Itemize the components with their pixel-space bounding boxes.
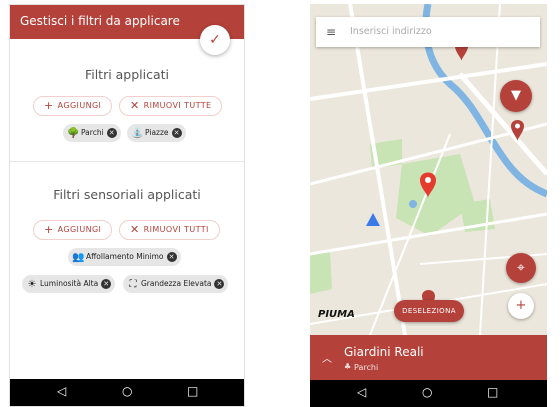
remove-all-filters-button[interactable]: ✕ RIMUOVI TUTTE xyxy=(119,96,223,116)
home-icon[interactable]: ○ xyxy=(122,384,132,398)
home-icon[interactable]: ○ xyxy=(422,385,432,399)
back-icon[interactable]: ◁ xyxy=(57,384,66,398)
page-title: Gestisci i filtri da applicare xyxy=(20,14,180,28)
place-name: Giardini Reali xyxy=(344,345,424,359)
map-screen: ≡ Inserisci indirizzo ▼ ⌖ + DESELEZIONA … xyxy=(310,4,547,407)
filter-chip-piazze[interactable]: ⛲ Piazze ✕ xyxy=(127,124,186,142)
tree-icon: 🌳 xyxy=(67,128,80,139)
people-icon: 👥 xyxy=(72,252,85,263)
recents-icon[interactable]: □ xyxy=(487,385,498,399)
address-search-bar[interactable]: ≡ Inserisci indirizzo xyxy=(316,17,540,47)
remove-chip-icon[interactable]: ✕ xyxy=(214,279,225,289)
crosshair-icon: ⌖ xyxy=(517,260,525,276)
app-logo: PIUMA xyxy=(318,309,355,320)
tree-icon: ♣ xyxy=(344,362,352,371)
filter-chip-luminosita[interactable]: ☀ Luminosità Alta ✕ xyxy=(22,275,116,293)
filter-chip-grandezza[interactable]: ⛶ Grandezza Elevata ✕ xyxy=(123,275,229,293)
add-filter-button[interactable]: + AGGIUNGI xyxy=(33,96,113,116)
system-nav-bar: ◁ ○ □ xyxy=(10,379,244,406)
system-nav-bar: ◁ ○ □ xyxy=(310,380,547,407)
map-canvas xyxy=(310,4,547,335)
applied-filters-title: Filtri applicati xyxy=(84,67,170,82)
remove-chip-icon[interactable]: ✕ xyxy=(166,252,177,262)
check-icon: ✓ xyxy=(209,32,221,48)
zoom-in-button[interactable]: + xyxy=(508,293,534,319)
menu-icon[interactable]: ≡ xyxy=(326,17,336,47)
deselect-button[interactable]: DESELEZIONA xyxy=(394,300,464,322)
search-input[interactable]: Inserisci indirizzo xyxy=(350,26,432,37)
remove-chip-icon[interactable]: ✕ xyxy=(101,279,112,289)
close-icon: ✕ xyxy=(130,223,140,236)
remove-chip-icon[interactable]: ✕ xyxy=(171,128,182,138)
plus-icon: + xyxy=(515,298,527,313)
remove-chip-icon[interactable]: ✕ xyxy=(106,128,117,138)
plus-icon: + xyxy=(44,99,54,112)
plaza-icon: ⛲ xyxy=(131,128,144,139)
place-category: Parchi xyxy=(354,363,379,372)
plus-icon: + xyxy=(44,223,54,236)
locate-button[interactable]: ⌖ xyxy=(506,253,536,283)
confirm-button[interactable]: ✓ xyxy=(200,25,230,55)
filter-chip-affollamento[interactable]: 👥 Affollamento Minimo ✕ xyxy=(68,248,181,266)
filters-screen: Gestisci i filtri da applicare ✓ Filtri … xyxy=(9,4,245,407)
brightness-icon: ☀ xyxy=(27,279,37,290)
add-sensorial-filter-button[interactable]: + AGGIUNGI xyxy=(33,220,113,240)
remove-all-sensorial-button[interactable]: ✕ RIMUOVI TUTTI xyxy=(119,220,220,240)
map-view[interactable]: ≡ Inserisci indirizzo ▼ ⌖ + DESELEZIONA … xyxy=(310,4,547,335)
filter-chip-parchi[interactable]: 🌳 Parchi ✕ xyxy=(63,124,121,142)
back-icon[interactable]: ◁ xyxy=(357,385,366,399)
size-icon: ⛶ xyxy=(129,279,137,290)
chevron-up-icon[interactable]: ︿ xyxy=(322,350,332,365)
close-icon: ✕ xyxy=(130,99,140,112)
sensorial-filters-title: Filtri sensoriali applicati xyxy=(53,187,201,202)
recents-icon[interactable]: □ xyxy=(187,384,198,398)
filter-button[interactable]: ▼ xyxy=(500,80,532,112)
section-divider xyxy=(10,161,244,162)
place-bottom-sheet[interactable]: ︿ Giardini Reali ♣ Parchi xyxy=(310,335,547,381)
filter-icon: ▼ xyxy=(511,88,521,103)
